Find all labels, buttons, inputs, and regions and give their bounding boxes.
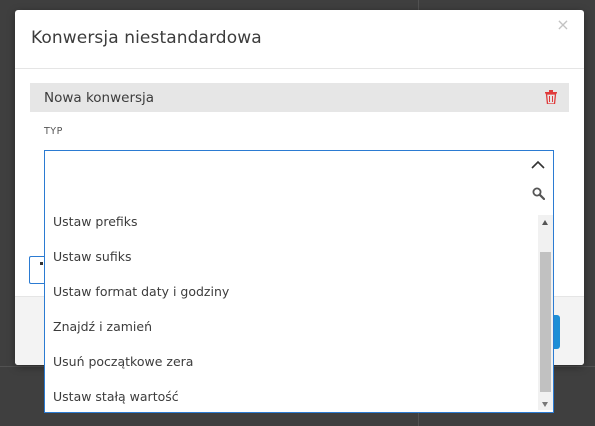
conversion-header: Nowa konwersja [30,83,569,112]
chevron-up-icon[interactable] [531,160,545,169]
option-set-datetime-format[interactable]: Ustaw format daty i godziny [45,274,537,309]
background-divider [418,0,419,10]
scroll-thumb[interactable] [540,251,551,392]
dropdown-scrollbar[interactable] [538,215,553,410]
option-set-constant-value[interactable]: Ustaw stałą wartość [45,379,537,414]
search-icon[interactable] [532,187,545,200]
type-dropdown-panel: Ustaw prefiks Ustaw sufiks Ustaw format … [44,182,554,413]
option-set-prefix[interactable]: Ustaw prefiks [45,204,537,239]
dropdown-options: Ustaw prefiks Ustaw sufiks Ustaw format … [45,204,537,414]
trash-icon[interactable] [545,90,557,104]
modal-title: Konwersja niestandardowa [31,28,262,48]
add-conversion-button[interactable] [29,256,44,284]
modal-header: Konwersja niestandardowa × [15,10,584,69]
add-button-edge [40,262,43,265]
type-select[interactable] [44,150,554,183]
close-button[interactable]: × [554,16,572,34]
conversion-name: Nowa konwersja [44,90,155,106]
scroll-up-arrow[interactable] [542,220,548,225]
option-find-replace[interactable]: Znajdź i zamień [45,309,537,344]
scroll-down-arrow[interactable] [542,402,548,407]
type-label: TYP [44,126,63,137]
option-remove-leading-zeros[interactable]: Usuń początkowe zera [45,344,537,379]
option-set-suffix[interactable]: Ustaw sufiks [45,239,537,274]
